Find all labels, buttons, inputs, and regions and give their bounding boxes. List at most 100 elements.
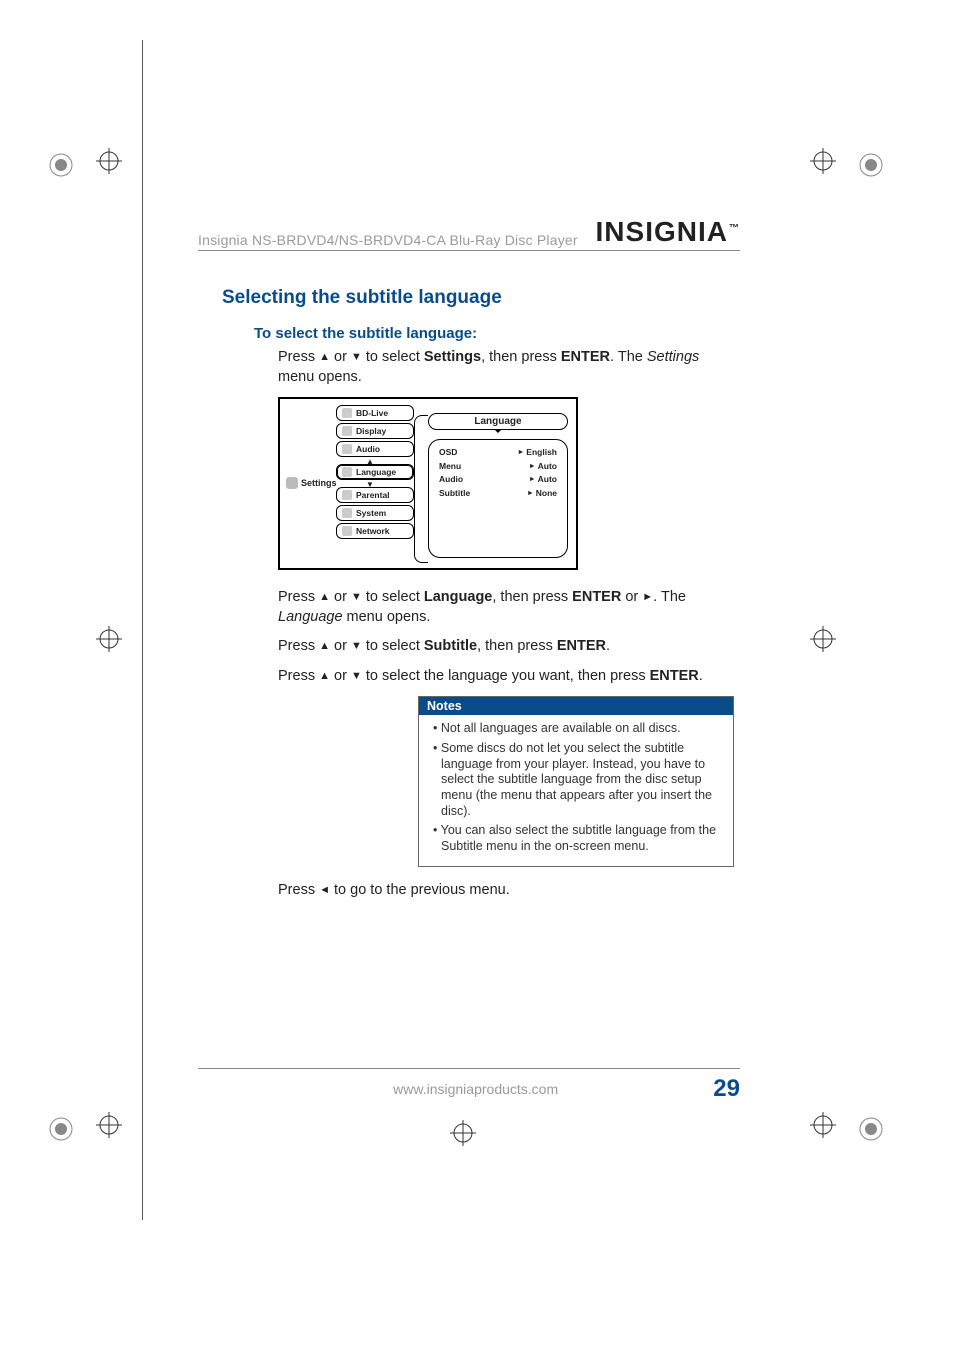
- arrow-down-icon: ▼: [351, 640, 362, 652]
- text: . The: [653, 589, 686, 605]
- text: or: [330, 349, 351, 365]
- ss-menu-bdlive: BD-Live: [336, 405, 414, 421]
- ss-row-audio: AudioAuto: [439, 473, 557, 487]
- arrow-up-icon: ▲: [319, 351, 330, 363]
- page-footer: www.insigniaproducts.com 29: [198, 1068, 740, 1103]
- text: , then press: [492, 589, 572, 605]
- ss-menu-parental: Parental: [336, 487, 414, 503]
- key: OSD: [439, 446, 457, 460]
- arrow-down-icon: ▼: [351, 351, 362, 363]
- registration-mark-icon: [858, 1116, 884, 1142]
- ss-connector-line: [414, 415, 428, 563]
- text: menu opens.: [343, 609, 431, 625]
- ss-row-subtitle: SubtitleNone: [439, 487, 557, 501]
- ss-panel-title: Language: [428, 413, 568, 430]
- text: menu opens.: [278, 369, 362, 385]
- bold-enter: ENTER: [572, 589, 621, 605]
- key: Subtitle: [439, 487, 470, 501]
- ss-menu-system: System: [336, 505, 414, 521]
- registration-mark-icon: [96, 1112, 122, 1138]
- notes-box: Notes Not all languages are available on…: [418, 696, 734, 867]
- step-3: Press ▲ or ▼ to select Subtitle, then pr…: [278, 637, 732, 657]
- label: Network: [356, 526, 390, 536]
- text: or: [330, 668, 351, 684]
- ss-menu-language: Language: [336, 464, 414, 480]
- text: Press: [278, 882, 319, 898]
- ss-panel-body: OSDEnglish MenuAuto AudioAuto SubtitleNo…: [428, 439, 568, 558]
- bold-subtitle: Subtitle: [424, 638, 477, 654]
- registration-mark-icon: [96, 626, 122, 652]
- italic-menu: Language: [278, 609, 343, 625]
- registration-mark-icon: [810, 1112, 836, 1138]
- text: or: [330, 589, 351, 605]
- arrow-down-icon: ▼: [351, 670, 362, 682]
- label: Display: [356, 426, 386, 436]
- registration-mark-icon: [810, 148, 836, 174]
- ss-menu-column: BD-Live Display Audio ▲ Language ▼ Paren…: [336, 405, 414, 541]
- text: Press: [278, 349, 319, 365]
- network-icon: [342, 526, 352, 536]
- language-icon: [342, 467, 352, 477]
- display-icon: [342, 426, 352, 436]
- registration-mark-icon: [858, 152, 884, 178]
- text: Press: [278, 668, 319, 684]
- note-item: Some discs do not let you select the sub…: [427, 741, 725, 819]
- registration-mark-icon: [48, 152, 74, 178]
- registration-mark-icon: [96, 148, 122, 174]
- label: Audio: [356, 444, 380, 454]
- system-icon: [342, 508, 352, 518]
- text: Press: [278, 589, 319, 605]
- text: . The: [610, 349, 647, 365]
- bold-enter: ENTER: [650, 668, 699, 684]
- text: to select: [362, 638, 424, 654]
- notes-header: Notes: [419, 697, 733, 715]
- value: Auto: [529, 460, 557, 474]
- arrow-up-icon: ▲: [319, 591, 330, 603]
- audio-icon: [342, 444, 352, 454]
- text: Press: [278, 638, 319, 654]
- registration-mark-icon: [450, 1120, 476, 1146]
- text: to select the language you want, then pr…: [362, 668, 650, 684]
- notes-body: Not all languages are available on all d…: [419, 715, 733, 866]
- parental-icon: [342, 490, 352, 500]
- ss-settings-root: Settings: [286, 477, 337, 489]
- bold-enter: ENTER: [557, 638, 606, 654]
- trademark-icon: ™: [729, 223, 740, 234]
- arrow-left-icon: ◄: [319, 884, 330, 896]
- registration-mark-icon: [48, 1116, 74, 1142]
- text: , then press: [477, 638, 557, 654]
- settings-screenshot: Settings BD-Live Display Audio ▲ Languag…: [278, 397, 578, 570]
- note-item: You can also select the subtitle languag…: [427, 823, 725, 854]
- arrow-right-icon: ►: [642, 591, 653, 603]
- registration-mark-icon: [810, 626, 836, 652]
- text: , then press: [481, 349, 561, 365]
- page-content: Insignia NS-BRDVD4/NS-BRDVD4-CA Blu-Ray …: [198, 216, 740, 1086]
- ss-menu-network: Network: [336, 523, 414, 539]
- step-4: Press ▲ or ▼ to select the language you …: [278, 667, 732, 687]
- label: BD-Live: [356, 408, 388, 418]
- text: .: [699, 668, 703, 684]
- label: Language: [356, 467, 396, 477]
- step-2: Press ▲ or ▼ to select Language, then pr…: [278, 588, 732, 627]
- text: or: [330, 638, 351, 654]
- step-5: Press ◄ to go to the previous menu.: [278, 881, 732, 901]
- text: or: [621, 589, 642, 605]
- text: to select: [362, 349, 424, 365]
- label: Parental: [356, 490, 390, 500]
- key: Menu: [439, 460, 461, 474]
- arrow-up-icon: ▲: [319, 640, 330, 652]
- arrow-up-icon: ▲: [319, 670, 330, 682]
- trim-line-left: [142, 40, 143, 1220]
- bold-settings: Settings: [424, 349, 481, 365]
- disc-icon: [342, 408, 352, 418]
- key: Audio: [439, 473, 463, 487]
- ss-settings-label: Settings: [301, 478, 337, 488]
- section-title: Selecting the subtitle language: [222, 287, 740, 309]
- label: System: [356, 508, 386, 518]
- page-header: Insignia NS-BRDVD4/NS-BRDVD4-CA Blu-Ray …: [198, 216, 740, 251]
- arrow-down-icon: ▼: [351, 591, 362, 603]
- text: .: [606, 638, 610, 654]
- subheading: To select the subtitle language:: [254, 325, 740, 342]
- brand-logo: INSIGNIA™: [596, 216, 740, 248]
- page-number: 29: [713, 1075, 740, 1103]
